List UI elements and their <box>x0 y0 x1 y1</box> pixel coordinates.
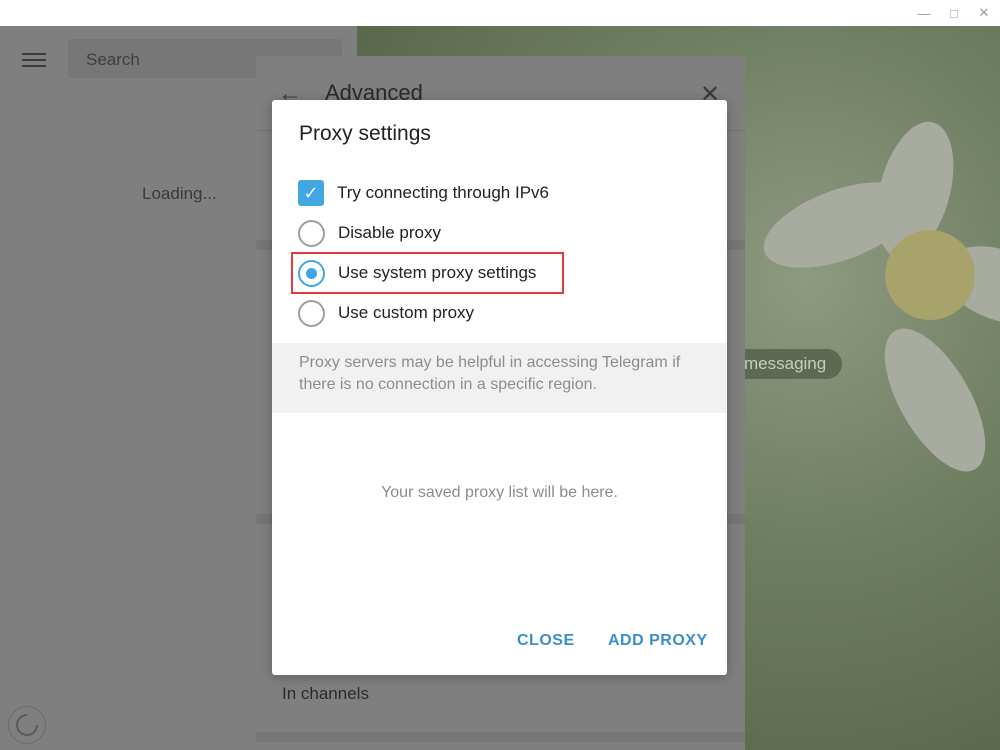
checkmark-icon[interactable]: ✓ <box>298 180 324 206</box>
info-text: Proxy servers may be helpful in accessin… <box>299 354 681 393</box>
disable-proxy-option[interactable]: Disable proxy <box>298 218 441 248</box>
app-window: — □ ✕ Loading... messaging ← Advanced ✕ <box>0 0 1000 750</box>
system-proxy-label: Use system proxy settings <box>338 263 537 282</box>
proxy-settings-dialog: Proxy settings ✓ Try connecting through … <box>272 100 727 675</box>
system-proxy-option[interactable]: Use system proxy settings <box>298 258 536 288</box>
maximize-icon[interactable]: □ <box>938 0 970 26</box>
radio-checked-icon[interactable] <box>298 259 325 287</box>
background-flower-center <box>885 230 975 320</box>
add-proxy-button[interactable]: ADD PROXY <box>608 632 708 650</box>
disable-proxy-label: Disable proxy <box>338 223 441 242</box>
radio-unchecked-icon[interactable] <box>298 219 325 247</box>
close-window-icon[interactable]: ✕ <box>968 0 1000 26</box>
hamburger-menu-icon[interactable] <box>18 48 50 72</box>
loading-text: Loading... <box>142 184 217 203</box>
ipv6-checkbox-row[interactable]: ✓ Try connecting through IPv6 <box>298 178 549 208</box>
custom-proxy-option[interactable]: Use custom proxy <box>298 298 474 328</box>
title-bar: — □ ✕ <box>0 0 1000 26</box>
loading-spinner-icon <box>8 706 46 744</box>
radio-unchecked-icon[interactable] <box>298 299 325 327</box>
dialog-title: Proxy settings <box>299 122 431 145</box>
ipv6-label: Try connecting through IPv6 <box>337 183 549 202</box>
in-channels-label[interactable]: In channels <box>282 684 369 704</box>
custom-proxy-label: Use custom proxy <box>338 303 475 322</box>
minimize-icon[interactable]: — <box>908 0 940 26</box>
empty-proxy-list-text: Your saved proxy list will be here. <box>381 484 618 501</box>
section-divider <box>256 732 745 742</box>
close-button[interactable]: CLOSE <box>517 632 575 650</box>
info-block: Proxy servers may be helpful in accessin… <box>272 343 727 413</box>
